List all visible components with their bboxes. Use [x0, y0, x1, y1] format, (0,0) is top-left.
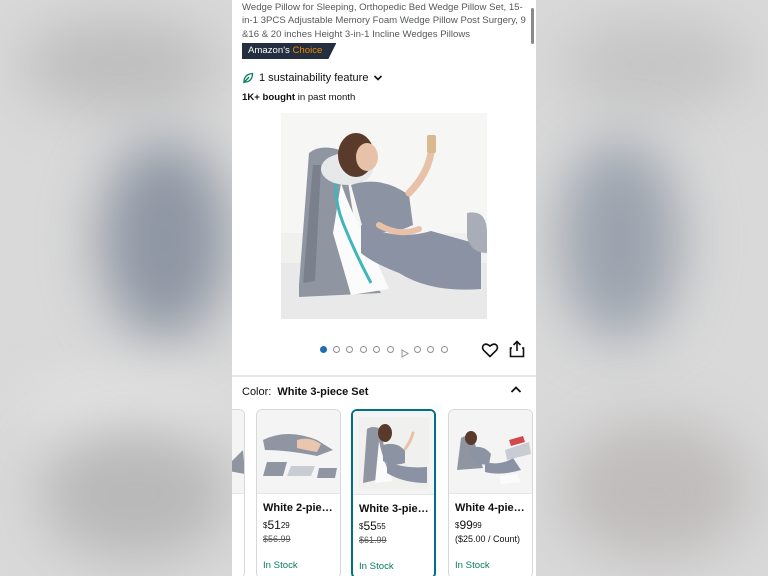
chevron-down-icon [373, 74, 383, 82]
carousel-dot-9[interactable] [427, 346, 434, 353]
color-selector-header[interactable]: Color: White 3-piece Set [242, 384, 368, 400]
variation-name: White 4-pie… [455, 502, 525, 514]
amazons-choice-badge[interactable]: Amazon's Choice [242, 43, 336, 59]
variation-list-price: $56.99 [263, 534, 291, 544]
carousel-dot-4[interactable] [360, 346, 367, 353]
variation-name: White 2-pie… [263, 502, 333, 514]
bought-count: 1K+ bought [242, 92, 296, 103]
product-main-image[interactable] [281, 113, 487, 319]
variation-thumbnail [257, 410, 340, 494]
section-divider [232, 375, 536, 377]
variation-price: $5555 [359, 519, 386, 533]
variation-thumbnail [353, 411, 434, 495]
variation-stock-status: In Stock [455, 560, 490, 571]
leaf-icon [242, 72, 254, 84]
variation-card-white-3-piece[interactable]: White 3-pie… $5555 $61.99 In Stock [351, 409, 436, 576]
chevron-up-icon[interactable] [509, 383, 523, 395]
color-label: Color: [242, 386, 272, 398]
carousel-dot-5[interactable] [373, 346, 380, 353]
video-play-icon[interactable] [401, 345, 409, 358]
carousel-dot-6[interactable] [387, 346, 394, 353]
variation-name: White 3-pie… [359, 503, 429, 515]
variation-price: $5129 [263, 518, 290, 532]
variation-card-partial[interactable] [232, 409, 245, 576]
product-panel: Wedge Pillow for Sleeping, Orthopedic Be… [232, 0, 536, 576]
carousel-dot-10[interactable] [441, 346, 448, 353]
product-title: Wedge Pillow for Sleeping, Orthopedic Be… [242, 2, 526, 40]
selected-color: White 3-piece Set [277, 386, 369, 398]
sustainability-feature-link[interactable]: 1 sustainability feature [242, 69, 383, 87]
badge-suffix: Choice [292, 45, 323, 56]
carousel-dot-3[interactable] [346, 346, 353, 353]
variation-stock-status: In Stock [359, 561, 394, 572]
carousel-dot-2[interactable] [333, 346, 340, 353]
variation-stock-status: In Stock [263, 560, 298, 571]
variation-thumbnail [232, 410, 244, 494]
badge-prefix: Amazon's [248, 45, 290, 56]
variation-list-price: $61.99 [359, 535, 387, 545]
variation-card-white-4-piece[interactable]: White 4-pie… $9999 ($25.00 / Count) In S… [448, 409, 533, 576]
variation-unit-price: ($25.00 / Count) [455, 534, 521, 544]
variation-thumbnail [449, 410, 532, 494]
carousel-dot-8[interactable] [414, 346, 421, 353]
bought-in-past-month: 1K+ bought in past month [242, 92, 355, 103]
carousel-dot-1[interactable] [320, 346, 327, 353]
share-icon[interactable] [509, 340, 525, 358]
bought-period: in past month [295, 92, 356, 103]
variation-price: $9999 [455, 518, 482, 532]
sustainability-label: 1 sustainability feature [259, 72, 369, 84]
scrollbar[interactable] [531, 8, 534, 44]
variation-card-white-2-piece[interactable]: White 2-pie… $5129 $56.99 In Stock [256, 409, 341, 576]
heart-icon[interactable] [481, 341, 499, 359]
